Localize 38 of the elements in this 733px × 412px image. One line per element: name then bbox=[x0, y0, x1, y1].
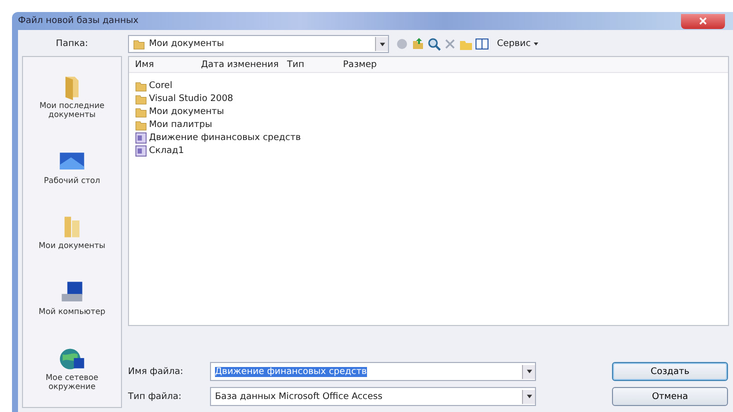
folder-icon bbox=[135, 92, 147, 104]
place-label[interactable]: Рабочий стол bbox=[44, 176, 100, 185]
search-icon[interactable] bbox=[427, 37, 441, 51]
column-header[interactable]: Имя bbox=[129, 60, 195, 70]
folder-icon bbox=[133, 38, 145, 50]
column-header[interactable]: Дата изменения bbox=[195, 60, 281, 70]
file-name[interactable]: Corel bbox=[149, 80, 172, 90]
folder-label: Папка: bbox=[54, 39, 90, 49]
create-button[interactable]: Создать bbox=[612, 362, 728, 381]
folder-icon bbox=[135, 118, 147, 130]
place-label[interactable]: Мое сетевое окружение bbox=[27, 372, 117, 391]
caret-icon[interactable] bbox=[532, 41, 539, 47]
cancel-button[interactable]: Отмена bbox=[612, 387, 728, 406]
file-name[interactable]: Движение финансовых средств bbox=[149, 132, 301, 142]
tools-menu[interactable]: Сервис bbox=[497, 39, 531, 49]
file-name[interactable]: Склад1 bbox=[149, 146, 184, 156]
place-label[interactable]: Мои последние документы bbox=[27, 101, 117, 120]
close-button[interactable] bbox=[681, 14, 725, 28]
place-label[interactable]: Мой компьютер bbox=[38, 307, 106, 316]
file-name-label: Имя файла: bbox=[128, 366, 184, 376]
database-file-icon bbox=[135, 144, 147, 156]
database-file-icon bbox=[135, 132, 147, 144]
views-icon[interactable] bbox=[475, 37, 489, 51]
folder-dropdown[interactable]: Мои документы bbox=[128, 35, 389, 53]
close-icon[interactable] bbox=[699, 17, 707, 25]
file-type-label: Тип файла: bbox=[128, 392, 182, 402]
column-header[interactable]: Размер bbox=[337, 60, 403, 70]
file-name[interactable]: Visual Studio 2008 bbox=[149, 94, 234, 104]
place-label[interactable]: Мои документы bbox=[38, 241, 106, 250]
file-name[interactable]: Мои палитры bbox=[149, 120, 212, 130]
file-name[interactable]: Мои документы bbox=[149, 106, 224, 116]
file-type-dropdown[interactable]: База данных Microsoft Office Access bbox=[210, 387, 536, 406]
folder-icon bbox=[135, 80, 147, 92]
window-title: Файл новой базы данных bbox=[18, 16, 138, 26]
column-header[interactable]: Тип bbox=[281, 60, 337, 70]
up-folder-icon[interactable] bbox=[411, 37, 425, 51]
folder-icon bbox=[135, 106, 147, 118]
file-name-field[interactable]: Движение финансовых средств bbox=[210, 362, 536, 381]
